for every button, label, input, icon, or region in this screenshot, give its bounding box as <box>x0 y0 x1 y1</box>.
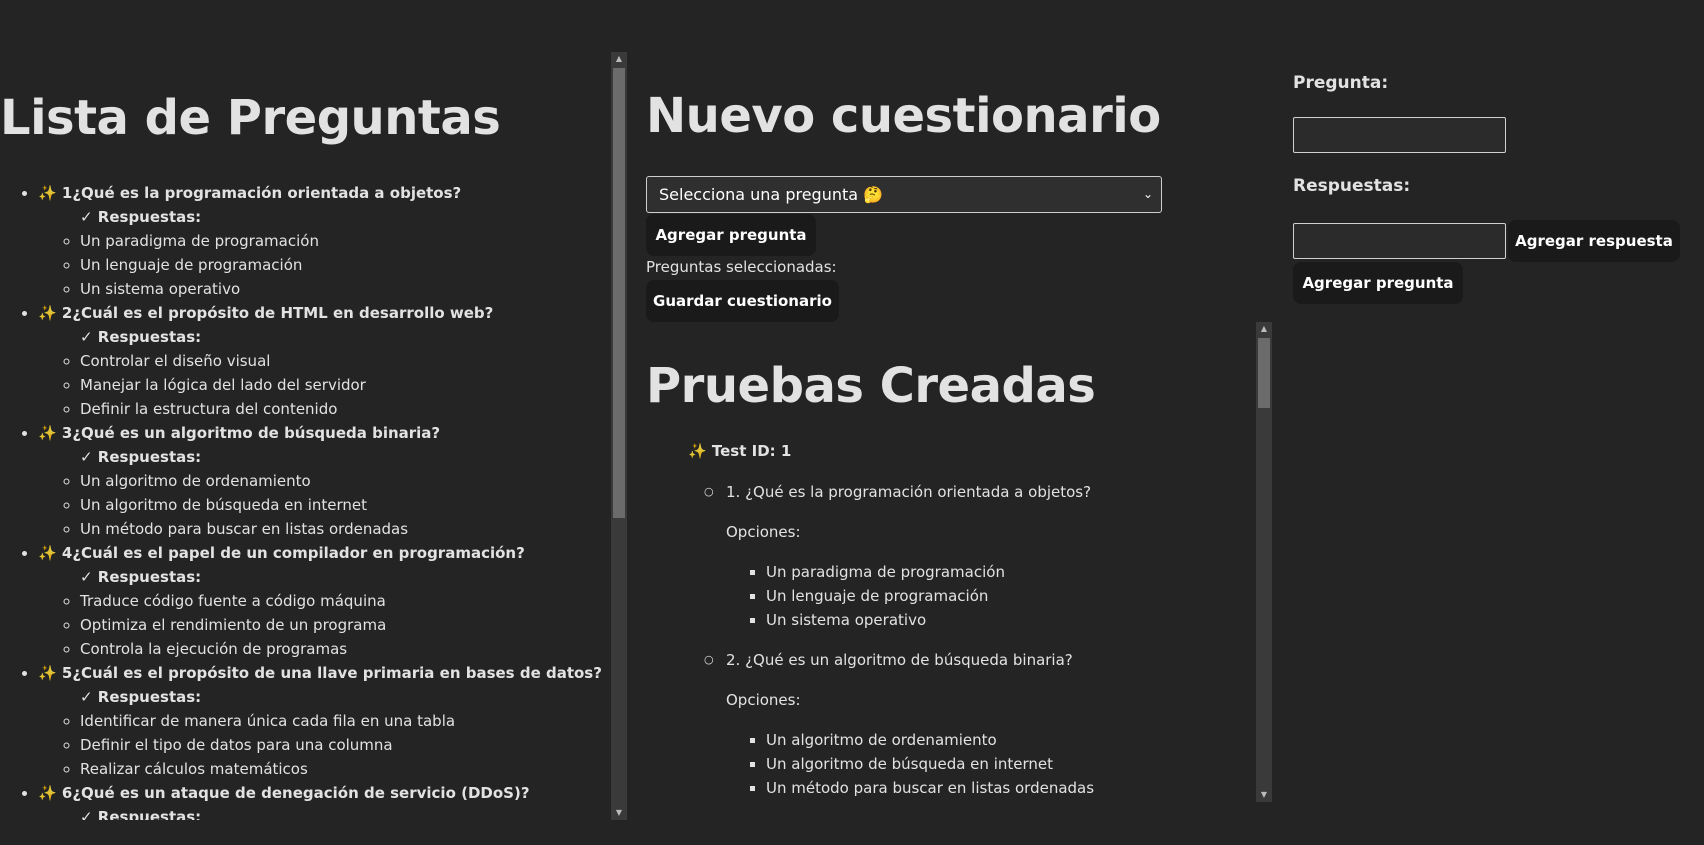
scrollbar-thumb[interactable] <box>1258 338 1270 408</box>
question-select[interactable]: Selecciona una pregunta 🤔 ⌄ <box>646 176 1162 213</box>
answer-item: Un algoritmo de búsqueda en internet <box>80 493 606 517</box>
options-list: Un paradigma de programación Un lenguaje… <box>726 560 1246 632</box>
answer-item: Manejar la lógica del lado del servidor <box>80 373 606 397</box>
answers-list: Un paradigma de programación Un lenguaje… <box>38 229 606 301</box>
answer-item: Identificar de manera única cada fila en… <box>80 709 606 733</box>
answers-heading: ✓ Respuestas: <box>80 207 202 226</box>
created-tests-panel[interactable]: Pruebas Creadas ✨ Test ID: 1 1. ¿Qué es … <box>646 322 1273 802</box>
answer-item: Un paradigma de programación <box>80 229 606 253</box>
answer-item: Controlar el diseño visual <box>80 349 606 373</box>
answers-heading: ✓ Respuestas: <box>80 687 202 706</box>
question-input[interactable] <box>1293 117 1506 153</box>
test-question-text: 1. ¿Qué es la programación orientada a o… <box>726 483 1092 501</box>
test-questions-list: 1. ¿Qué es la programación orientada a o… <box>704 480 1246 800</box>
options-label: Opciones: <box>726 691 801 709</box>
answer-item: Un sistema operativo <box>80 277 606 301</box>
questions-scrollbar[interactable]: ▲ ▼ <box>611 52 627 820</box>
answers-heading: ✓ Respuestas: <box>80 567 202 586</box>
answer-item: Un método para buscar en listas ordenada… <box>80 517 606 541</box>
question-item: ✨ 5¿Cuál es el propósito de una llave pr… <box>38 661 606 781</box>
answers-label: Respuestas: <box>1293 176 1411 196</box>
options-list: Un algoritmo de ordenamiento Un algoritm… <box>726 728 1246 800</box>
answer-item: Realizar cálculos matemáticos <box>80 757 606 781</box>
answer-item: Traduce código fuente a código máquina <box>80 589 606 613</box>
new-quiz-title: Nuevo cuestionario <box>646 88 1161 144</box>
created-tests-title: Pruebas Creadas <box>646 358 1096 414</box>
answers-heading: ✓ Respuestas: <box>80 327 202 346</box>
question-item: ✨ 6¿Qué es un ataque de denegación de se… <box>38 781 606 820</box>
questions-panel[interactable]: Lista de Preguntas ✨ 1¿Qué es la program… <box>0 52 626 820</box>
option-item: Un método para buscar en listas ordenada… <box>766 776 1246 800</box>
questions-list: ✨ 1¿Qué es la programación orientada a o… <box>0 181 606 820</box>
option-item: Un lenguaje de programación <box>766 584 1246 608</box>
chevron-down-icon: ⌄ <box>1142 187 1153 201</box>
question-item: ✨ 1¿Qué es la programación orientada a o… <box>38 181 606 301</box>
questions-list-title: Lista de Preguntas <box>0 90 501 146</box>
question-label: ✨ 2¿Cuál es el propósito de HTML en desa… <box>38 303 494 322</box>
test-id-heading: ✨ Test ID: 1 <box>688 442 792 460</box>
answer-item: Definir el tipo de datos para una column… <box>80 733 606 757</box>
option-item: Un paradigma de programación <box>766 560 1246 584</box>
test-question-text: 2. ¿Qué es un algoritmo de búsqueda bina… <box>726 651 1073 669</box>
answer-item: Un lenguaje de programación <box>80 253 606 277</box>
question-label: ✨ 6¿Qué es un ataque de denegación de se… <box>38 783 530 802</box>
option-item: Un algoritmo de ordenamiento <box>766 728 1246 752</box>
question-label: ✨ 3¿Qué es un algoritmo de búsqueda bina… <box>38 423 441 442</box>
scroll-up-arrow-icon[interactable]: ▲ <box>1256 322 1272 336</box>
question-select-value: Selecciona una pregunta 🤔 <box>659 185 884 204</box>
selected-questions-label: Preguntas seleccionadas: <box>646 258 837 276</box>
scroll-up-arrow-icon[interactable]: ▲ <box>611 52 627 66</box>
tests-scrollbar[interactable]: ▲ ▼ <box>1256 322 1272 802</box>
question-label: ✨ 5¿Cuál es el propósito de una llave pr… <box>38 663 602 682</box>
scrollbar-thumb[interactable] <box>613 68 625 518</box>
question-item: ✨ 2¿Cuál es el propósito de HTML en desa… <box>38 301 606 421</box>
answer-item: Controla la ejecución de programas <box>80 637 606 661</box>
add-question-form-button[interactable]: Agregar pregunta <box>1293 262 1463 304</box>
option-item: Un sistema operativo <box>766 608 1246 632</box>
question-label: Pregunta: <box>1293 73 1389 93</box>
answers-list: Identificar de manera única cada fila en… <box>38 709 606 781</box>
answers-list: Controlar el diseño visual Manejar la ló… <box>38 349 606 421</box>
answer-item: Definir la estructura del contenido <box>80 397 606 421</box>
option-item: Un algoritmo de búsqueda en internet <box>766 752 1246 776</box>
answers-list: Un algoritmo de ordenamiento Un algoritm… <box>38 469 606 541</box>
question-form: Pregunta: Respuestas: Agregar respuesta … <box>1293 0 1704 845</box>
answers-heading: ✓ Respuestas: <box>80 807 202 820</box>
save-quiz-button[interactable]: Guardar cuestionario <box>646 280 839 322</box>
answers-heading: ✓ Respuestas: <box>80 447 202 466</box>
add-question-button[interactable]: Agregar pregunta <box>646 214 816 256</box>
question-label: ✨ 4¿Cuál es el papel de un compilador en… <box>38 543 525 562</box>
test-question-item: 1. ¿Qué es la programación orientada a o… <box>704 480 1246 648</box>
question-item: ✨ 3¿Qué es un algoritmo de búsqueda bina… <box>38 421 606 541</box>
add-answer-button[interactable]: Agregar respuesta <box>1508 220 1680 262</box>
answer-input[interactable] <box>1293 223 1506 259</box>
question-item: ✨ 4¿Cuál es el papel de un compilador en… <box>38 541 606 661</box>
scroll-down-arrow-icon[interactable]: ▼ <box>611 806 627 820</box>
question-label: ✨ 1¿Qué es la programación orientada a o… <box>38 183 462 202</box>
options-label: Opciones: <box>726 523 801 541</box>
test-question-item: 2. ¿Qué es un algoritmo de búsqueda bina… <box>704 648 1246 800</box>
answers-list: Traduce código fuente a código máquina O… <box>38 589 606 661</box>
answer-item: Optimiza el rendimiento de un programa <box>80 613 606 637</box>
answer-item: Un algoritmo de ordenamiento <box>80 469 606 493</box>
scroll-down-arrow-icon[interactable]: ▼ <box>1256 788 1272 802</box>
new-quiz-panel: Nuevo cuestionario Selecciona una pregun… <box>646 0 1271 845</box>
